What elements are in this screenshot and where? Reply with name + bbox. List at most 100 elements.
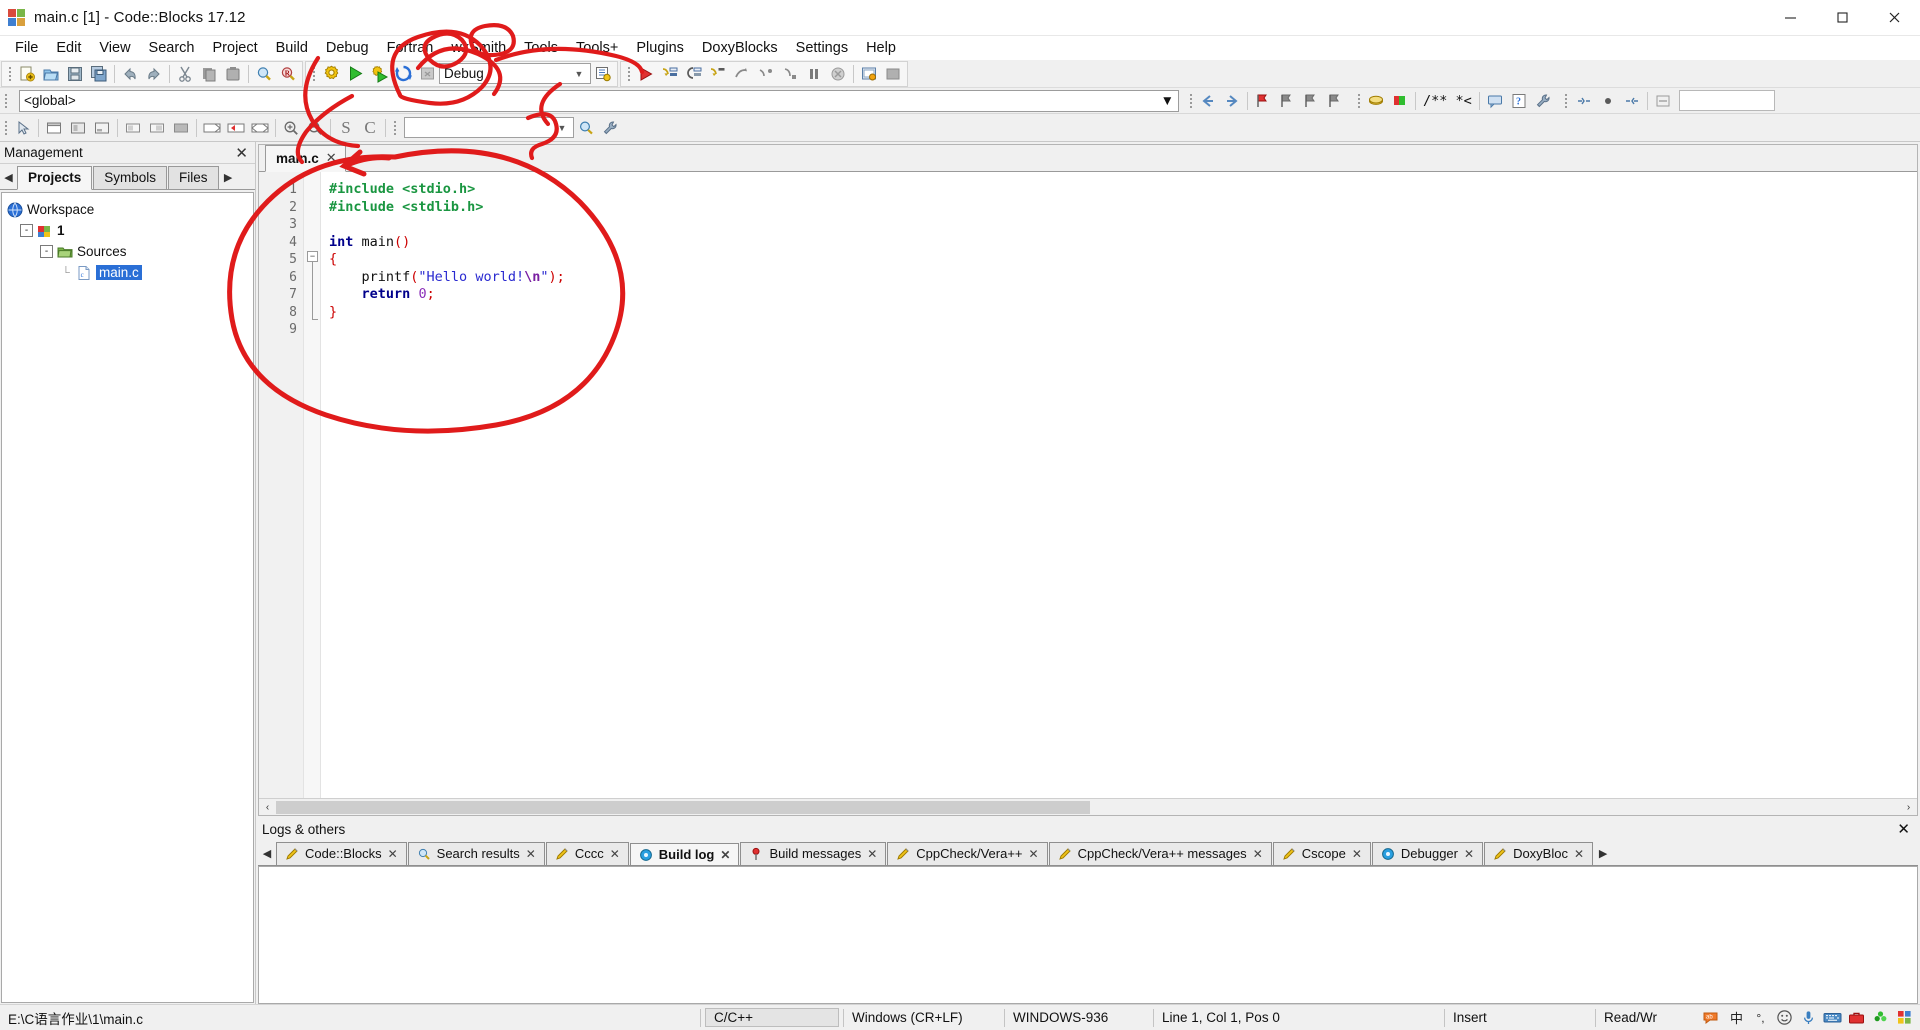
debug-info-icon[interactable] bbox=[857, 62, 881, 86]
shape-b-icon[interactable] bbox=[224, 116, 248, 140]
debug-stop-icon[interactable] bbox=[826, 62, 850, 86]
scopebar-end-field[interactable] bbox=[1678, 90, 1775, 111]
find-icon[interactable] bbox=[252, 62, 276, 86]
run-icon[interactable] bbox=[343, 62, 367, 86]
paste-icon[interactable] bbox=[221, 62, 245, 86]
log-tab-close-icon[interactable]: ✕ bbox=[867, 847, 877, 861]
fold-margin[interactable]: − bbox=[303, 172, 321, 798]
log-tab-close-icon[interactable]: ✕ bbox=[610, 847, 620, 861]
status-language[interactable]: C/C++ bbox=[705, 1008, 839, 1027]
hscroll-right-icon[interactable]: › bbox=[1900, 802, 1917, 813]
toolbar-grip[interactable] bbox=[2, 91, 9, 111]
log-output-area[interactable] bbox=[258, 866, 1918, 1004]
debug-step-instruction-icon[interactable] bbox=[778, 62, 802, 86]
log-tab-cppcheck-vera[interactable]: CppCheck/Vera++ ✕ bbox=[887, 842, 1048, 865]
tree-item-project[interactable]: - 1 bbox=[6, 220, 249, 241]
fold-all-icon[interactable] bbox=[1572, 89, 1596, 113]
help-icon[interactable]: ? bbox=[1507, 89, 1531, 113]
cut-icon[interactable] bbox=[173, 62, 197, 86]
rebuild-icon[interactable] bbox=[391, 62, 415, 86]
shape-a-icon[interactable] bbox=[200, 116, 224, 140]
log-tab-close-icon[interactable]: ✕ bbox=[1029, 847, 1039, 861]
editor-tab-close-icon[interactable]: ✕ bbox=[326, 150, 337, 166]
letter-s-icon[interactable]: S bbox=[334, 116, 358, 140]
menu-tools[interactable]: Tools bbox=[515, 38, 567, 58]
scope-combo[interactable]: <global> ▼ bbox=[19, 89, 1179, 112]
mic-icon[interactable] bbox=[1799, 1008, 1818, 1027]
tree-item-main-c[interactable]: └ c main.c bbox=[6, 262, 249, 283]
replace-icon[interactable]: R bbox=[276, 62, 300, 86]
undo-icon[interactable] bbox=[118, 62, 142, 86]
toolbar-grip[interactable] bbox=[625, 64, 632, 84]
flower-icon[interactable] bbox=[1871, 1008, 1890, 1027]
save-icon[interactable] bbox=[63, 62, 87, 86]
toolbar-grip[interactable] bbox=[391, 118, 398, 138]
hscroll-left-icon[interactable]: ‹ bbox=[259, 802, 276, 813]
copy-icon[interactable] bbox=[197, 62, 221, 86]
box-a-icon[interactable] bbox=[121, 116, 145, 140]
management-tab-next-icon[interactable]: ▶ bbox=[220, 171, 237, 189]
menu-search[interactable]: Search bbox=[140, 38, 204, 58]
menu-file[interactable]: File bbox=[6, 38, 47, 58]
maximize-button[interactable] bbox=[1816, 0, 1868, 36]
pointer-icon[interactable] bbox=[11, 116, 35, 140]
bookmark-clear-icon[interactable] bbox=[1323, 89, 1347, 113]
fold-collapse-icon[interactable]: − bbox=[307, 251, 318, 262]
log-tab-cccc[interactable]: Cccc ✕ bbox=[545, 842, 629, 865]
chinese-mode-icon[interactable]: 中 bbox=[1727, 1008, 1746, 1027]
toolbar-grip[interactable] bbox=[310, 64, 317, 84]
logs-tab-next-icon[interactable]: ▶ bbox=[1594, 847, 1612, 865]
nav-forward-icon[interactable] bbox=[1220, 89, 1244, 113]
log-tab-close-icon[interactable]: ✕ bbox=[526, 847, 536, 861]
logs-tab-prev-icon[interactable]: ◀ bbox=[258, 847, 276, 865]
search-options-icon[interactable] bbox=[598, 116, 622, 140]
source-code[interactable]: #include <stdio.h> #include <stdlib.h> in… bbox=[321, 172, 1917, 798]
tab-projects[interactable]: Projects bbox=[17, 166, 93, 190]
zoom-out-icon[interactable] bbox=[303, 116, 327, 140]
debug-window-icon[interactable] bbox=[881, 62, 905, 86]
emoji-icon[interactable] bbox=[1775, 1008, 1794, 1027]
menu-help[interactable]: Help bbox=[857, 38, 905, 58]
management-tab-prev-icon[interactable]: ◀ bbox=[0, 171, 17, 189]
tree-expander[interactable]: - bbox=[40, 245, 53, 258]
log-tab-search-results[interactable]: Search results ✕ bbox=[407, 842, 545, 865]
doxyblocks-extract-icon[interactable] bbox=[1388, 89, 1412, 113]
hscroll-thumb[interactable] bbox=[276, 800, 1090, 814]
log-tab-close-icon[interactable]: ✕ bbox=[1352, 847, 1362, 861]
toolbar-grip[interactable] bbox=[1563, 91, 1570, 111]
log-tab-cscope[interactable]: Cscope ✕ bbox=[1272, 842, 1371, 865]
box-c-icon[interactable] bbox=[169, 116, 193, 140]
log-tab-cppcheck-vera-messages[interactable]: CppCheck/Vera++ messages ✕ bbox=[1048, 842, 1272, 865]
editor-tab-main-c[interactable]: main.c ✕ bbox=[265, 145, 346, 172]
ime-tray-icon[interactable]: ab bbox=[1703, 1008, 1722, 1027]
debug-break-icon[interactable] bbox=[802, 62, 826, 86]
build-and-run-icon[interactable] bbox=[367, 62, 391, 86]
menu-debug[interactable]: Debug bbox=[317, 38, 378, 58]
log-tab-close-icon[interactable]: ✕ bbox=[1253, 847, 1263, 861]
editor-hscrollbar[interactable]: ‹ › bbox=[259, 798, 1917, 815]
bookmark-toggle-icon[interactable] bbox=[1251, 89, 1275, 113]
toolbar-grip[interactable] bbox=[1187, 91, 1194, 111]
log-tab-close-icon[interactable]: ✕ bbox=[720, 848, 730, 862]
grid-icon[interactable] bbox=[1895, 1008, 1914, 1027]
fold-block-icon[interactable] bbox=[1651, 89, 1675, 113]
doxy-comment-label[interactable]: /** *< bbox=[1419, 93, 1476, 109]
log-tab-code-blocks[interactable]: Code::Blocks ✕ bbox=[276, 842, 407, 865]
search-go-icon[interactable] bbox=[574, 116, 598, 140]
menu-settings[interactable]: Settings bbox=[787, 38, 857, 58]
abort-build-icon[interactable] bbox=[415, 62, 439, 86]
management-close-icon[interactable]: ✕ bbox=[235, 144, 248, 162]
menu-doxyblocks[interactable]: DoxyBlocks bbox=[693, 38, 787, 58]
doxyblocks-run-icon[interactable] bbox=[1364, 89, 1388, 113]
punctuation-icon[interactable]: °, bbox=[1751, 1008, 1770, 1027]
bookmark-prev-icon[interactable] bbox=[1275, 89, 1299, 113]
tree-item-sources[interactable]: - Sources bbox=[6, 241, 249, 262]
toolbar-grip[interactable] bbox=[6, 64, 13, 84]
logs-close-icon[interactable]: ✕ bbox=[1897, 820, 1910, 838]
log-tab-debugger[interactable]: Debugger ✕ bbox=[1371, 842, 1484, 865]
open-file-icon[interactable] bbox=[39, 62, 63, 86]
letter-c-icon[interactable]: C bbox=[358, 116, 382, 140]
frame-icon[interactable] bbox=[42, 116, 66, 140]
keyboard-icon[interactable] bbox=[1823, 1008, 1842, 1027]
redo-icon[interactable] bbox=[142, 62, 166, 86]
